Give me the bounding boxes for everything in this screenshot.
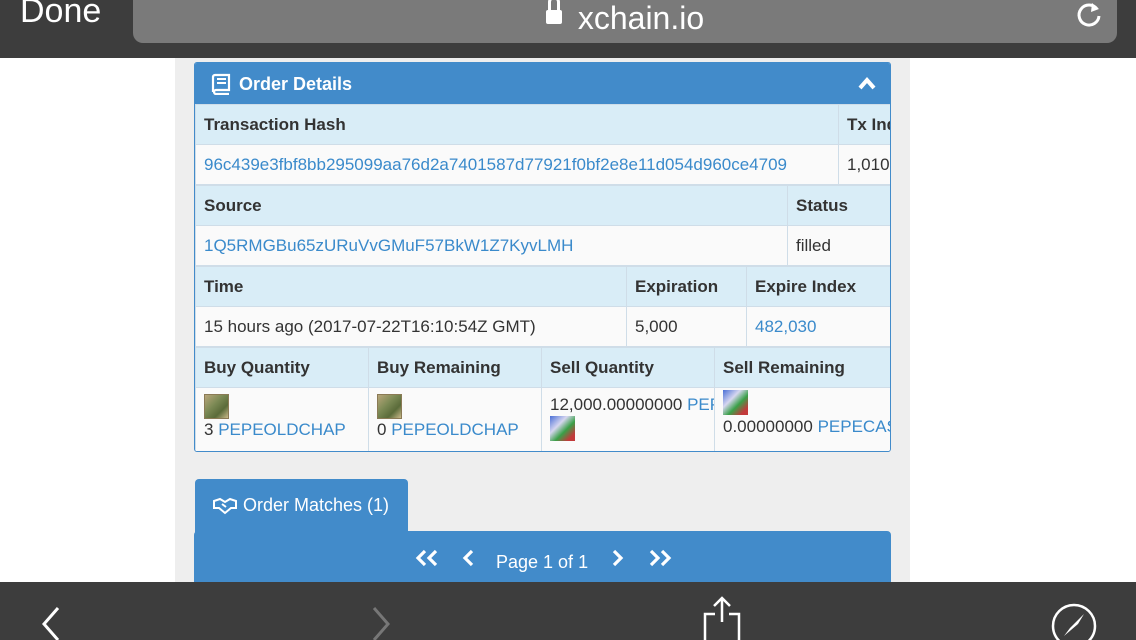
buy-remaining-amount: 0 xyxy=(377,420,387,439)
header-time: Time xyxy=(195,266,627,307)
header-expiration: Expiration xyxy=(626,266,747,307)
sell-quantity-asset-link[interactable]: PEPECASH xyxy=(687,395,713,414)
prev-page-icon[interactable] xyxy=(462,549,476,567)
pepecash-asset-image[interactable] xyxy=(723,390,748,415)
table-row: 96c439e3fbf8bb295099aa76d2a7401587d77921… xyxy=(195,144,890,185)
table-row: 3 PEPEOLDCHAP 0 PEPEOLDCHAP 12,000.00000… xyxy=(195,387,890,451)
tab-order-matches-label: Order Matches (1) xyxy=(243,495,390,515)
compass-icon[interactable] xyxy=(1050,602,1098,640)
header-sell-quantity: Sell Quantity xyxy=(541,347,715,388)
lock-icon xyxy=(545,0,562,26)
url-display: xchain.io xyxy=(133,0,1117,37)
sell-remaining-cell: 0.00000000 PEPECASH xyxy=(714,387,890,451)
table-row: 15 hours ago (2017-07-22T16:10:54Z GMT) … xyxy=(195,306,890,347)
pepecash-asset-image[interactable] xyxy=(550,416,575,441)
table-header-row: Source Status xyxy=(195,185,890,226)
table-header-row: Transaction Hash Tx Index xyxy=(195,104,890,145)
url-bar[interactable]: xchain.io xyxy=(133,0,1117,43)
chevron-up-icon[interactable] xyxy=(858,75,876,91)
order-details-table-4: Buy Quantity Buy Remaining Sell Quantity… xyxy=(195,347,890,451)
header-buy-remaining: Buy Remaining xyxy=(368,347,542,388)
sell-quantity-amount: 12,000.00000000 xyxy=(550,395,683,414)
book-icon xyxy=(211,73,231,95)
header-status: Status xyxy=(787,185,890,226)
done-button[interactable]: Done xyxy=(20,0,101,31)
page-indicator: Page 1 of 1 xyxy=(496,552,589,572)
header-tx-index: Tx Index xyxy=(838,104,890,145)
sell-remaining-asset-link[interactable]: PEPECASH xyxy=(818,417,890,436)
tx-hash-link[interactable]: 96c439e3fbf8bb295099aa76d2a7401587d77921… xyxy=(204,155,787,174)
order-details-table-2: Source Status 1Q5RMGBu65zURuVvGMuF57BkW1… xyxy=(195,185,890,266)
buy-quantity-amount: 3 xyxy=(204,420,214,439)
sell-remaining-amount: 0.00000000 xyxy=(723,417,813,436)
expiration-value: 5,000 xyxy=(626,306,747,347)
time-value: 15 hours ago (2017-07-22T16:10:54Z GMT) xyxy=(195,306,627,347)
table-header-row: Buy Quantity Buy Remaining Sell Quantity… xyxy=(195,347,890,388)
order-details-title: Order Details xyxy=(239,74,353,94)
pepeoldchap-asset-image[interactable] xyxy=(204,394,229,419)
table-row: 1Q5RMGBu65zURuVvGMuF57BkW1Z7KyvLMH fille… xyxy=(195,225,890,266)
table-header-row: Time Expiration Expire Index xyxy=(195,266,890,307)
last-page-icon[interactable] xyxy=(647,549,673,567)
source-address-link[interactable]: 1Q5RMGBu65zURuVvGMuF57BkW1Z7KyvLMH xyxy=(204,236,573,255)
pepeoldchap-asset-image[interactable] xyxy=(377,394,402,419)
buy-remaining-asset-link[interactable]: PEPEOLDCHAP xyxy=(391,420,519,439)
order-details-table-1: Transaction Hash Tx Index 96c439e3fbf8bb… xyxy=(195,104,890,185)
status-value: filled xyxy=(787,225,890,266)
header-expire-index: Expire Index xyxy=(746,266,890,307)
order-details-table-3: Time Expiration Expire Index 15 hours ag… xyxy=(195,266,890,347)
handshake-icon xyxy=(213,497,237,515)
header-sell-remaining: Sell Remaining xyxy=(714,347,890,388)
buy-remaining-cell: 0 PEPEOLDCHAP xyxy=(368,387,542,451)
first-page-icon[interactable] xyxy=(414,549,440,567)
share-icon[interactable] xyxy=(702,596,742,640)
order-details-header[interactable]: Order Details xyxy=(195,63,890,104)
header-transaction-hash: Transaction Hash xyxy=(195,104,839,145)
header-source: Source xyxy=(195,185,788,226)
header-buy-quantity: Buy Quantity xyxy=(195,347,369,388)
sell-quantity-cell: 12,000.00000000 PEPECASH xyxy=(541,387,715,451)
url-text: xchain.io xyxy=(577,0,705,36)
back-icon[interactable] xyxy=(38,606,64,640)
next-page-icon[interactable] xyxy=(610,549,624,567)
buy-quantity-asset-link[interactable]: PEPEOLDCHAP xyxy=(218,420,346,439)
tab-order-matches[interactable]: Order Matches (1) xyxy=(195,479,408,535)
order-details-panel: Order Details Transaction Hash Tx Index … xyxy=(194,62,891,452)
forward-icon xyxy=(372,607,390,640)
browser-bottom-toolbar xyxy=(0,582,1136,640)
pagination-bar: Page 1 of 1 xyxy=(194,531,891,582)
reload-icon[interactable] xyxy=(1075,0,1103,28)
buy-quantity-cell: 3 PEPEOLDCHAP xyxy=(195,387,369,451)
browser-top-bar: Done xchain.io xyxy=(0,0,1136,58)
tx-index-value: 1,010 xyxy=(838,144,890,185)
expire-index-link[interactable]: 482,030 xyxy=(755,317,816,336)
